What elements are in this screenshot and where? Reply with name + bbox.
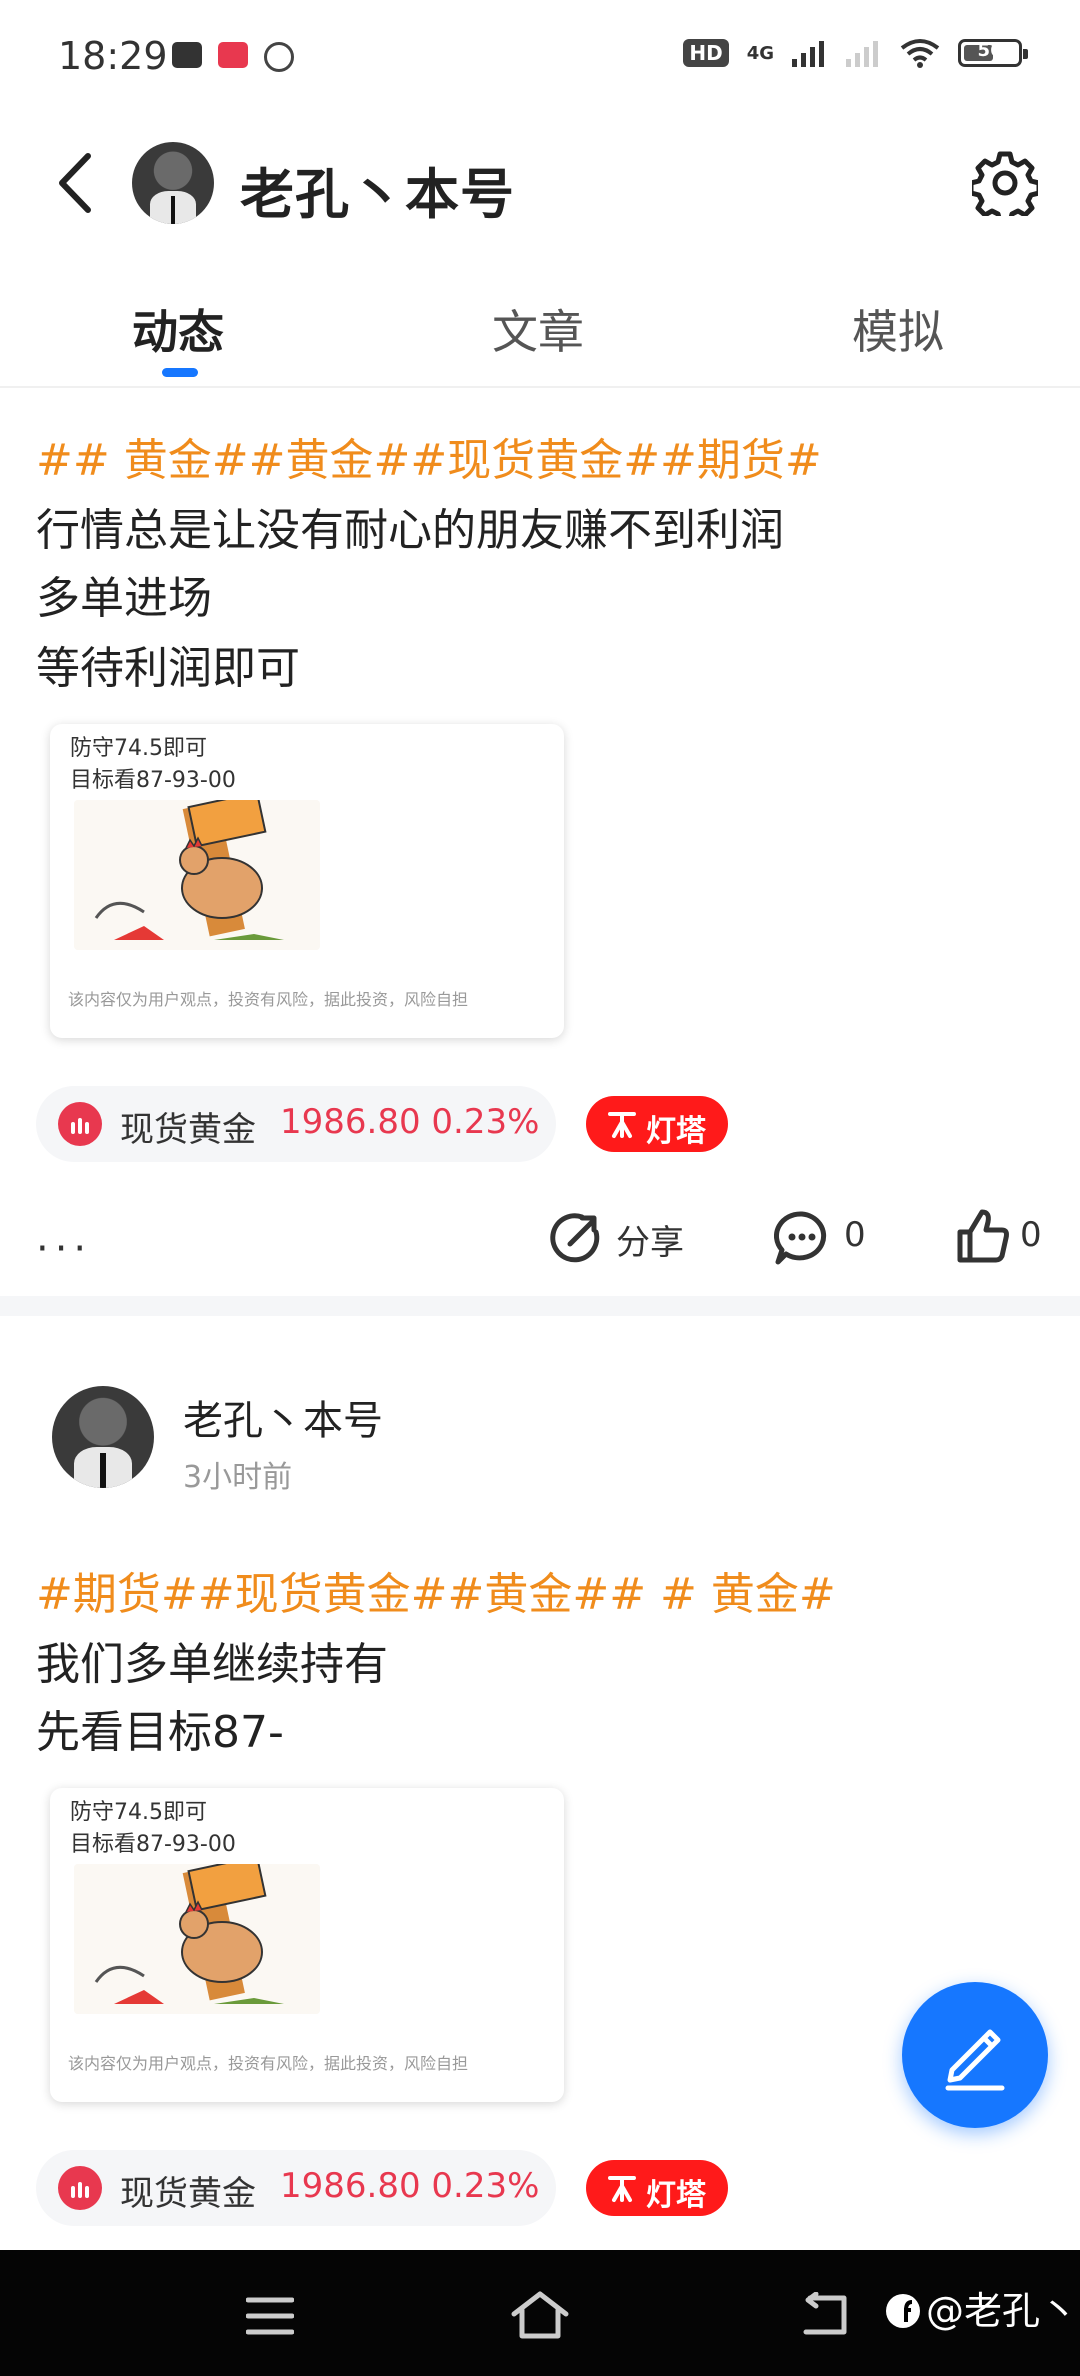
quote-name: 现货黄金 <box>120 1110 256 1150</box>
card-text-line: 防守74.5即可 <box>70 736 207 761</box>
stock-quote-chip[interactable]: 现货黄金 1986.80 0.23% <box>36 2150 556 2226</box>
comment-count[interactable]: 0 <box>844 1215 866 1255</box>
platform-logo-icon <box>886 2294 920 2328</box>
post-image-card[interactable]: 防守74.5即可 目标看87-93-00 该内容仅为用户观点，投资有风险，据此投… <box>50 1788 564 2102</box>
menu-icon[interactable] <box>246 2296 294 2336</box>
dengta-badge[interactable]: 灯塔 <box>586 2160 728 2216</box>
rooster-image <box>74 800 320 950</box>
status-time: 18:29 <box>58 34 168 78</box>
card-disclaimer: 该内容仅为用户观点，投资有风险，据此投资，风险自担 <box>68 2054 469 2073</box>
status-bar: 18:29 HD 4G 56 <box>0 0 1080 110</box>
post-tags[interactable]: #期货##现货黄金##黄金## # 黄金# <box>36 1558 836 1622</box>
quote-icon <box>58 1102 102 1146</box>
network-label: 4G <box>746 42 774 64</box>
quote-name: 现货黄金 <box>120 2174 256 2214</box>
rooster-image <box>74 1864 320 2014</box>
post-text-line: 行情总是让没有耐心的朋友赚不到利润 <box>36 505 784 556</box>
tab-dynamics[interactable]: 动态 <box>132 296 224 362</box>
watermark: @老孔丶 <box>884 2280 1078 2335</box>
pencil-icon <box>945 2029 1005 2091</box>
like-icon[interactable] <box>956 1208 1010 1264</box>
post-text-line: 等待利润即可 <box>36 643 300 694</box>
lighthouse-icon <box>608 2176 636 2202</box>
compose-button[interactable] <box>902 1982 1048 2128</box>
author-name[interactable]: 老孔丶本号 <box>183 1388 383 1446</box>
battery-icon: 56 <box>958 39 1028 67</box>
gear-icon[interactable] <box>972 150 1038 216</box>
hd-icon: HD <box>683 39 729 67</box>
signal-weak-icon <box>846 41 878 67</box>
quote-icon <box>58 2166 102 2210</box>
avatar[interactable] <box>132 142 214 224</box>
post-text-line: 我们多单继续持有 <box>36 1639 388 1690</box>
comment-icon[interactable] <box>774 1210 830 1266</box>
stock-quote-chip[interactable]: 现货黄金 1986.80 0.23% <box>36 1086 556 1162</box>
author-avatar[interactable] <box>52 1386 154 1488</box>
card-text-line: 目标看87-93-00 <box>70 768 236 793</box>
tab-simulation[interactable]: 模拟 <box>852 296 944 362</box>
lighthouse-icon <box>608 1112 636 1138</box>
post-text-line: 多单进场 <box>36 573 212 624</box>
dengta-badge[interactable]: 灯塔 <box>586 1096 728 1152</box>
home-icon[interactable] <box>510 2290 570 2340</box>
like-count[interactable]: 0 <box>1020 1215 1042 1255</box>
toutiao-icon <box>172 42 202 68</box>
post-separator <box>0 1296 1080 1316</box>
post-text-line: 先看目标87- <box>36 1707 284 1758</box>
card-disclaimer: 该内容仅为用户观点，投资有风险，据此投资，风险自担 <box>68 990 469 1009</box>
post-tags[interactable]: ## 黄金##黄金##现货黄金##期货# <box>36 424 822 488</box>
quote-price: 1986.80 0.23% <box>280 1102 540 1142</box>
share-icon[interactable] <box>548 1210 604 1266</box>
card-text-line: 目标看87-93-00 <box>70 1832 236 1857</box>
signal-icon <box>792 41 824 67</box>
assistant-icon <box>264 42 294 72</box>
back-icon[interactable] <box>52 150 102 216</box>
badge-label: 灯塔 <box>646 1114 706 1149</box>
more-icon[interactable]: ··· <box>36 1226 92 1272</box>
status-icons: HD 4G 56 <box>683 38 1028 68</box>
tab-articles[interactable]: 文章 <box>492 296 584 362</box>
divider <box>0 386 1080 388</box>
post-image-card[interactable]: 防守74.5即可 目标看87-93-00 该内容仅为用户观点，投资有风险，据此投… <box>50 724 564 1038</box>
quote-price: 1986.80 0.23% <box>280 2166 540 2206</box>
post-time: 3小时前 <box>183 1460 293 1495</box>
tab-indicator <box>162 368 198 377</box>
back-nav-icon[interactable] <box>800 2292 852 2338</box>
share-button[interactable]: 分享 <box>616 1215 684 1264</box>
page-title: 老孔丶本号 <box>240 163 515 226</box>
badge-label: 灯塔 <box>646 2178 706 2213</box>
watermark-text: @老孔丶 <box>926 2289 1079 2333</box>
card-text-line: 防守74.5即可 <box>70 1800 207 1825</box>
wifi-icon <box>900 39 940 68</box>
app-icon <box>218 42 248 68</box>
